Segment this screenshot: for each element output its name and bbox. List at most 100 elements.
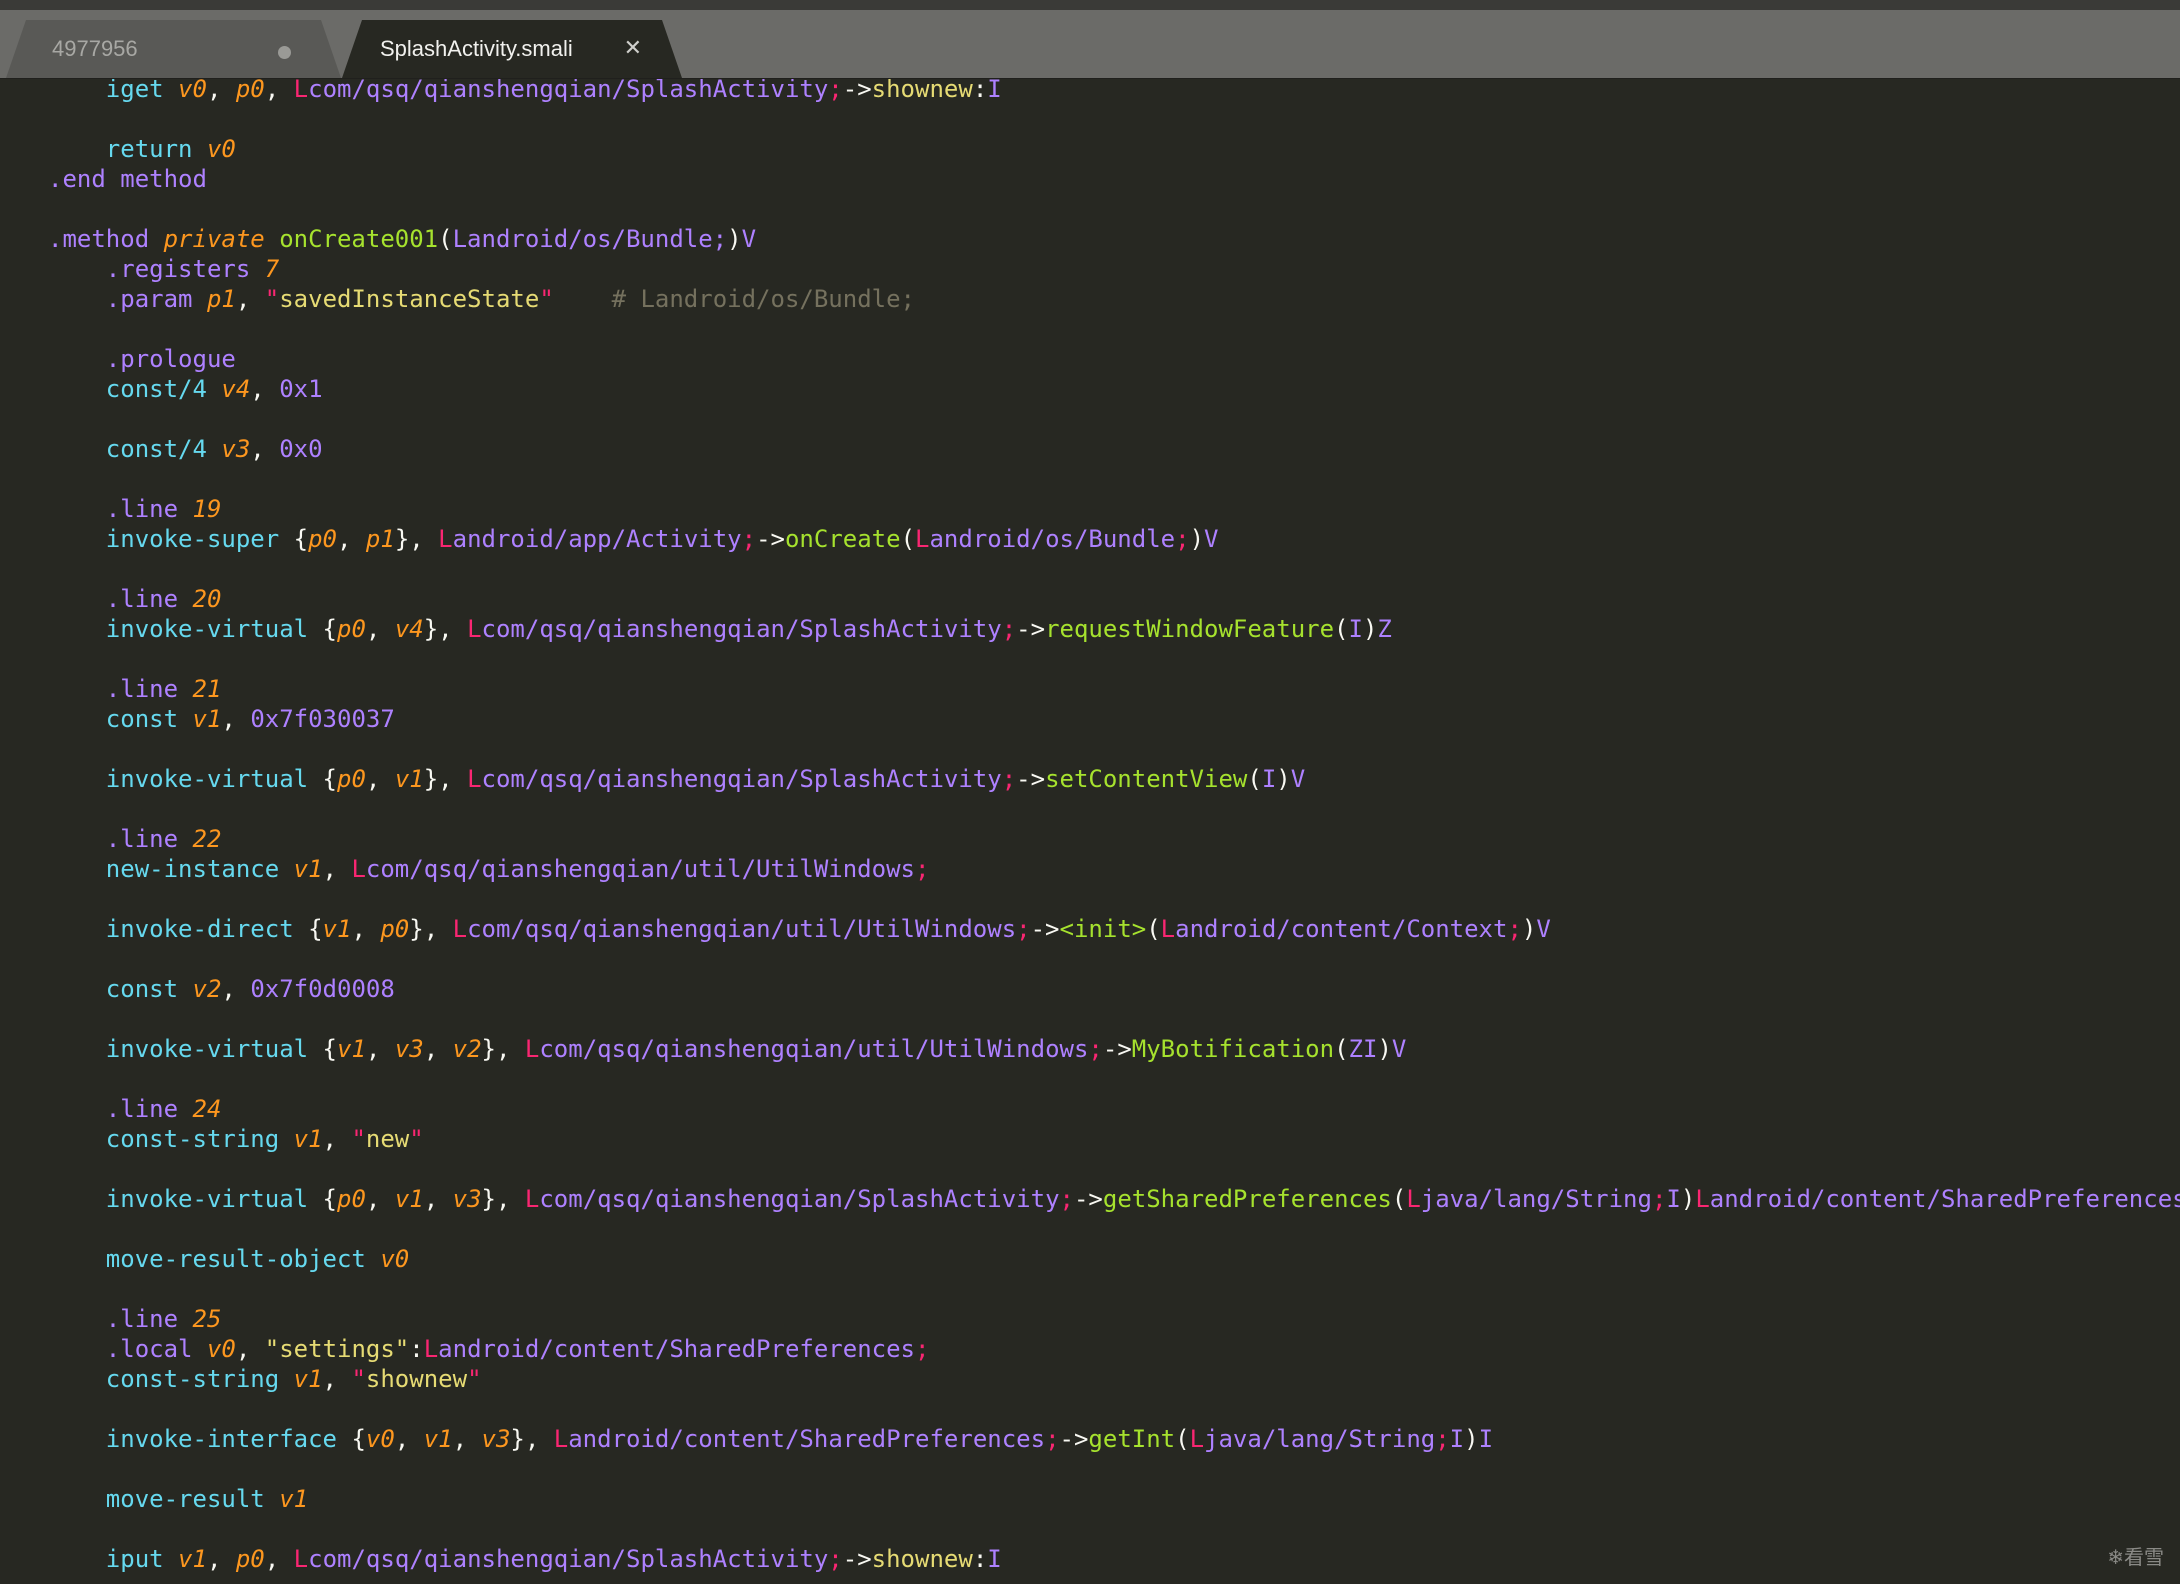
code-token: I bbox=[1478, 1425, 1494, 1453]
code-line[interactable] bbox=[48, 1214, 2180, 1244]
code-line[interactable]: .prologue bbox=[48, 344, 2180, 374]
code-token: v1 bbox=[293, 855, 323, 883]
code-line[interactable]: invoke-virtual {v1, v3, v2}, Lcom/qsq/qi… bbox=[48, 1034, 2180, 1064]
code-line[interactable]: invoke-virtual {p0, v4}, Lcom/qsq/qiansh… bbox=[48, 614, 2180, 644]
code-token: onCreate001 bbox=[279, 225, 439, 253]
code-line[interactable]: invoke-virtual {p0, v1, v3}, Lcom/qsq/qi… bbox=[48, 1184, 2180, 1214]
code-token: move-result-object bbox=[48, 1245, 381, 1273]
code-line[interactable]: .line 24 bbox=[48, 1094, 2180, 1124]
code-line[interactable]: .param p1, "savedInstanceState" # Landro… bbox=[48, 284, 2180, 314]
code-line[interactable]: .registers 7 bbox=[48, 254, 2180, 284]
tab-splashactivity-smali[interactable]: SplashActivity.smali ✕ bbox=[342, 20, 682, 78]
code-token: -> bbox=[842, 1545, 872, 1573]
code-token: , bbox=[365, 1185, 395, 1213]
code-token: java/lang/String bbox=[1204, 1425, 1436, 1453]
code-token: iput bbox=[48, 1545, 179, 1573]
code-token: .line bbox=[48, 1305, 193, 1333]
code-token: com/qsq/qianshengqian/util/UtilWindows bbox=[467, 915, 1017, 943]
code-token: , bbox=[235, 285, 265, 313]
code-line[interactable] bbox=[48, 104, 2180, 134]
code-line[interactable]: .line 20 bbox=[48, 584, 2180, 614]
code-line[interactable]: invoke-direct {v1, p0}, Lcom/qsq/qianshe… bbox=[48, 914, 2180, 944]
code-line[interactable]: move-result v1 bbox=[48, 1484, 2180, 1514]
code-token: ; bbox=[1175, 525, 1190, 553]
code-token: move-result bbox=[48, 1485, 280, 1513]
code-line[interactable] bbox=[48, 1274, 2180, 1304]
code-line[interactable]: .line 22 bbox=[48, 824, 2180, 854]
code-line[interactable] bbox=[48, 314, 2180, 344]
code-line[interactable] bbox=[48, 1154, 2180, 1184]
code-line[interactable]: const v1, 0x7f030037 bbox=[48, 704, 2180, 734]
code-line[interactable]: .line 25 bbox=[48, 1304, 2180, 1334]
code-line[interactable]: const-string v1, "shownew" bbox=[48, 1364, 2180, 1394]
code-line[interactable] bbox=[48, 884, 2180, 914]
code-line[interactable]: move-result-object v0 bbox=[48, 1244, 2180, 1274]
code-line[interactable] bbox=[48, 944, 2180, 974]
code-token: ( bbox=[1175, 1425, 1190, 1453]
code-line[interactable] bbox=[48, 1454, 2180, 1484]
code-token: : bbox=[972, 1545, 988, 1573]
code-editor[interactable]: iget v0, p0, Lcom/qsq/qianshengqian/Spla… bbox=[0, 79, 2180, 1584]
code-line[interactable]: .end method bbox=[48, 164, 2180, 194]
code-line[interactable]: const/4 v4, 0x1 bbox=[48, 374, 2180, 404]
code-line[interactable]: invoke-interface {v0, v1, v3}, Landroid/… bbox=[48, 1424, 2180, 1454]
code-token: v0 bbox=[206, 135, 236, 163]
code-token: L bbox=[524, 1035, 540, 1063]
code-line[interactable] bbox=[48, 1514, 2180, 1544]
code-line[interactable]: invoke-virtual {p0, v1}, Lcom/qsq/qiansh… bbox=[48, 764, 2180, 794]
code-token: invoke-virtual bbox=[48, 615, 323, 643]
unsaved-dot-icon[interactable] bbox=[278, 46, 291, 59]
code-line[interactable] bbox=[48, 404, 2180, 434]
code-token: L bbox=[452, 915, 468, 943]
code-token: , bbox=[337, 525, 366, 553]
code-line[interactable] bbox=[48, 1394, 2180, 1424]
code-line[interactable] bbox=[48, 554, 2180, 584]
code-token: p0 bbox=[235, 79, 265, 103]
code-token: ( bbox=[438, 225, 453, 253]
code-token: v4 bbox=[221, 375, 251, 403]
code-line[interactable]: const/4 v3, 0x0 bbox=[48, 434, 2180, 464]
close-icon[interactable]: ✕ bbox=[624, 20, 642, 78]
code-line[interactable]: .line 21 bbox=[48, 674, 2180, 704]
code-line[interactable]: return v0 bbox=[48, 134, 2180, 164]
code-line[interactable] bbox=[48, 1064, 2180, 1094]
code-line[interactable]: .line 19 bbox=[48, 494, 2180, 524]
code-token: I bbox=[1449, 1425, 1465, 1453]
code-token: L bbox=[1160, 915, 1176, 943]
code-token: { bbox=[308, 915, 323, 943]
code-line[interactable] bbox=[48, 194, 2180, 224]
code-token: const bbox=[48, 975, 193, 1003]
code-token: com/qsq/qianshengqian/SplashActivity bbox=[481, 765, 1002, 793]
code-token: com/qsq/qianshengqian/util/UtilWindows bbox=[365, 855, 915, 883]
code-line[interactable] bbox=[48, 734, 2180, 764]
code-token: ( bbox=[1391, 1185, 1407, 1213]
code-line[interactable]: const v2, 0x7f0d0008 bbox=[48, 974, 2180, 1004]
code-token: V bbox=[741, 225, 757, 253]
code-token: I bbox=[987, 79, 1002, 103]
code-line[interactable] bbox=[48, 794, 2180, 824]
code-token: ; bbox=[1045, 1425, 1060, 1453]
code-line[interactable]: .method private onCreate001(Landroid/os/… bbox=[48, 224, 2180, 254]
code-token: .end method bbox=[48, 165, 207, 193]
code-line[interactable]: const-string v1, "new" bbox=[48, 1124, 2180, 1154]
code-token: -> bbox=[756, 525, 785, 553]
code-line[interactable] bbox=[48, 464, 2180, 494]
code-token: 0x0 bbox=[279, 435, 323, 463]
code-token: Landroid/os/Bundle; bbox=[452, 225, 728, 253]
code-line[interactable]: iget v0, p0, Lcom/qsq/qianshengqian/Spla… bbox=[48, 79, 2180, 104]
code-token: , bbox=[221, 975, 251, 1003]
code-token: , bbox=[250, 435, 280, 463]
code-token: ; bbox=[1507, 915, 1522, 943]
code-token: const bbox=[48, 705, 193, 733]
code-token: }, bbox=[423, 765, 468, 793]
code-line[interactable]: iput v1, p0, Lcom/qsq/qianshengqian/Spla… bbox=[48, 1544, 2180, 1574]
code-token: -> bbox=[1030, 915, 1060, 943]
code-line[interactable] bbox=[48, 1004, 2180, 1034]
code-token: ; bbox=[741, 525, 757, 553]
code-line[interactable]: .local v0, "settings":Landroid/content/S… bbox=[48, 1334, 2180, 1364]
tab-4977956[interactable]: 4977956 bbox=[6, 20, 341, 78]
code-line[interactable]: new-instance v1, Lcom/qsq/qianshengqian/… bbox=[48, 854, 2180, 884]
code-token: android/content/SharedPreferences bbox=[568, 1425, 1046, 1453]
code-line[interactable]: invoke-super {p0, p1}, Landroid/app/Acti… bbox=[48, 524, 2180, 554]
code-line[interactable] bbox=[48, 644, 2180, 674]
